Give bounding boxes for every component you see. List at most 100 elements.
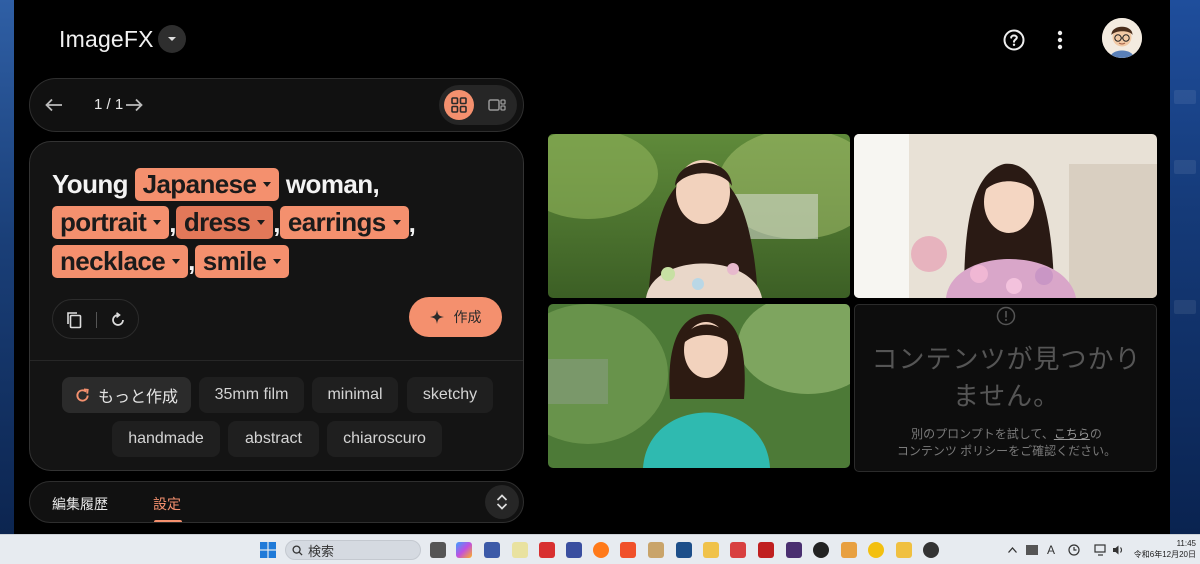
tray-chevron-icon[interactable] bbox=[1008, 542, 1017, 558]
taskbar-app[interactable] bbox=[896, 542, 912, 558]
desktop-background-left bbox=[0, 0, 14, 534]
prompt-card: Young Japanese woman, portrait, dress, earr… bbox=[29, 141, 524, 471]
taskbar-app[interactable] bbox=[676, 542, 692, 558]
prompt-chip-label: dress bbox=[183, 207, 251, 238]
keyboard-icon[interactable] bbox=[1026, 545, 1038, 555]
generated-image-1[interactable] bbox=[548, 134, 850, 298]
prompt-chip-label: Japanese bbox=[142, 168, 257, 199]
volume-icon[interactable] bbox=[1112, 542, 1124, 558]
suggestion-chip[interactable]: chiaroscuro bbox=[327, 421, 442, 457]
taskbar-app[interactable] bbox=[648, 542, 664, 558]
taskbar-app[interactable] bbox=[620, 542, 636, 558]
more-create-button[interactable]: もっと作成 bbox=[62, 377, 191, 413]
prompt-text: , bbox=[273, 207, 280, 238]
desktop-icon[interactable] bbox=[1174, 160, 1196, 174]
taskbar: 検索 A 11:45 令和6年12月20日 bbox=[0, 534, 1200, 564]
avatar[interactable] bbox=[1102, 18, 1142, 58]
policy-link[interactable]: こちら bbox=[1054, 427, 1090, 441]
taskbar-app[interactable] bbox=[758, 542, 774, 558]
generated-image-2[interactable] bbox=[854, 134, 1157, 298]
view-toggle bbox=[439, 85, 517, 125]
prompt-chip-Japanese[interactable]: Japanese bbox=[134, 167, 280, 201]
clock-time: 11:45 bbox=[1176, 539, 1196, 548]
taskbar-app[interactable] bbox=[868, 542, 884, 558]
chevron-down-icon bbox=[257, 220, 266, 226]
suggestion-chip[interactable]: 35mm film bbox=[199, 377, 304, 413]
create-button-label: 作成 bbox=[453, 309, 482, 325]
prompt-chip-label: earrings bbox=[287, 207, 386, 238]
suggestion-chip[interactable]: handmade bbox=[112, 421, 220, 457]
taskbar-search-label: 検索 bbox=[308, 543, 335, 559]
active-tab-indicator bbox=[154, 520, 182, 522]
ime-indicator[interactable]: A bbox=[1047, 542, 1055, 558]
prompt-text: , bbox=[408, 207, 416, 238]
no-content-text: の bbox=[1089, 427, 1102, 441]
chevron-down-icon bbox=[172, 258, 181, 264]
prompt-chip-smile[interactable]: smile bbox=[194, 244, 290, 278]
unfold-icon[interactable] bbox=[485, 485, 519, 519]
create-button[interactable]: 作成 bbox=[409, 297, 502, 337]
taskbar-app[interactable] bbox=[484, 542, 500, 558]
taskbar-app[interactable] bbox=[730, 542, 746, 558]
chevron-down-icon bbox=[168, 37, 176, 41]
chevron-down-icon bbox=[153, 220, 162, 226]
prompt-chip-earrings[interactable]: earrings bbox=[279, 206, 409, 240]
taskbar-app[interactable] bbox=[430, 542, 446, 558]
taskbar-app[interactable] bbox=[841, 542, 857, 558]
refresh-icon bbox=[76, 387, 89, 402]
imagefx-window: ImageFX 1 / 1 Young Japanese woman, port… bbox=[14, 0, 1170, 534]
no-content-title: コンテンツが見つかりません。 bbox=[871, 344, 1142, 411]
no-content-panel: コンテンツが見つかりません。 別のプロンプトを試して、こちらの コンテンツ ポリ… bbox=[854, 304, 1157, 472]
more-vert-icon[interactable] bbox=[1044, 24, 1076, 56]
prompt-text: , bbox=[188, 246, 195, 277]
windows-start-icon[interactable] bbox=[260, 542, 276, 558]
desktop-background-right bbox=[1170, 0, 1200, 534]
app-menu-button[interactable] bbox=[158, 25, 186, 53]
taskbar-search[interactable]: 検索 bbox=[285, 540, 421, 560]
sparkle-icon bbox=[429, 310, 444, 324]
taskbar-app[interactable] bbox=[566, 542, 582, 558]
arrow-right-icon[interactable] bbox=[122, 93, 146, 117]
prompt-chip-necklace[interactable]: necklace bbox=[52, 244, 189, 278]
generated-image-3[interactable] bbox=[548, 304, 850, 468]
prompt-chip-dress[interactable]: dress bbox=[175, 206, 274, 240]
single-view-icon[interactable] bbox=[482, 90, 512, 120]
taskbar-app[interactable] bbox=[456, 542, 472, 558]
taskbar-app[interactable] bbox=[593, 542, 609, 558]
taskbar-app[interactable] bbox=[786, 542, 802, 558]
taskbar-app[interactable] bbox=[512, 542, 528, 558]
desktop-icon[interactable] bbox=[1174, 90, 1196, 104]
prompt-text: woman, bbox=[279, 168, 380, 199]
app-title: ImageFX bbox=[59, 26, 154, 52]
prompt-editor[interactable]: Young Japanese woman, portrait, dress, earr… bbox=[52, 164, 502, 280]
grid-view-icon[interactable] bbox=[444, 90, 474, 120]
suggestion-chip[interactable]: minimal bbox=[312, 377, 398, 413]
reset-icon[interactable] bbox=[107, 309, 129, 331]
page-counter: 1 / 1 bbox=[94, 96, 124, 113]
bottom-tab-bar: 編集履歴 設定 bbox=[29, 481, 524, 523]
taskbar-app[interactable] bbox=[923, 542, 939, 558]
copy-icon[interactable] bbox=[63, 309, 85, 331]
help-icon[interactable] bbox=[998, 24, 1030, 56]
suggestion-chip[interactable]: sketchy bbox=[407, 377, 493, 413]
prompt-chip-label: necklace bbox=[60, 245, 166, 276]
taskbar-app[interactable] bbox=[539, 542, 555, 558]
search-icon bbox=[292, 544, 303, 556]
clock-date: 令和6年12月20日 bbox=[1133, 550, 1196, 559]
desktop-icon[interactable] bbox=[1174, 300, 1196, 314]
prompt-chip-portrait[interactable]: portrait bbox=[52, 206, 170, 240]
taskbar-app[interactable] bbox=[703, 542, 719, 558]
arrow-left-icon[interactable] bbox=[42, 93, 66, 117]
tab-history[interactable]: 編集履歴 bbox=[52, 494, 108, 514]
taskbar-clock[interactable]: 11:45 令和6年12月20日 bbox=[1130, 538, 1196, 560]
prompt-chip-label: smile bbox=[202, 245, 267, 276]
tab-settings[interactable]: 設定 bbox=[153, 494, 181, 514]
chevron-down-icon bbox=[263, 181, 272, 187]
taskbar-app[interactable] bbox=[813, 542, 829, 558]
prompt-text: Young bbox=[52, 168, 135, 199]
clock-tray-icon[interactable] bbox=[1068, 542, 1080, 558]
suggestion-chip[interactable]: abstract bbox=[228, 421, 319, 457]
network-icon[interactable] bbox=[1094, 542, 1108, 558]
no-content-text: コンテンツ ポリシーをご確認ください。 bbox=[896, 444, 1117, 458]
card-divider bbox=[30, 360, 523, 361]
